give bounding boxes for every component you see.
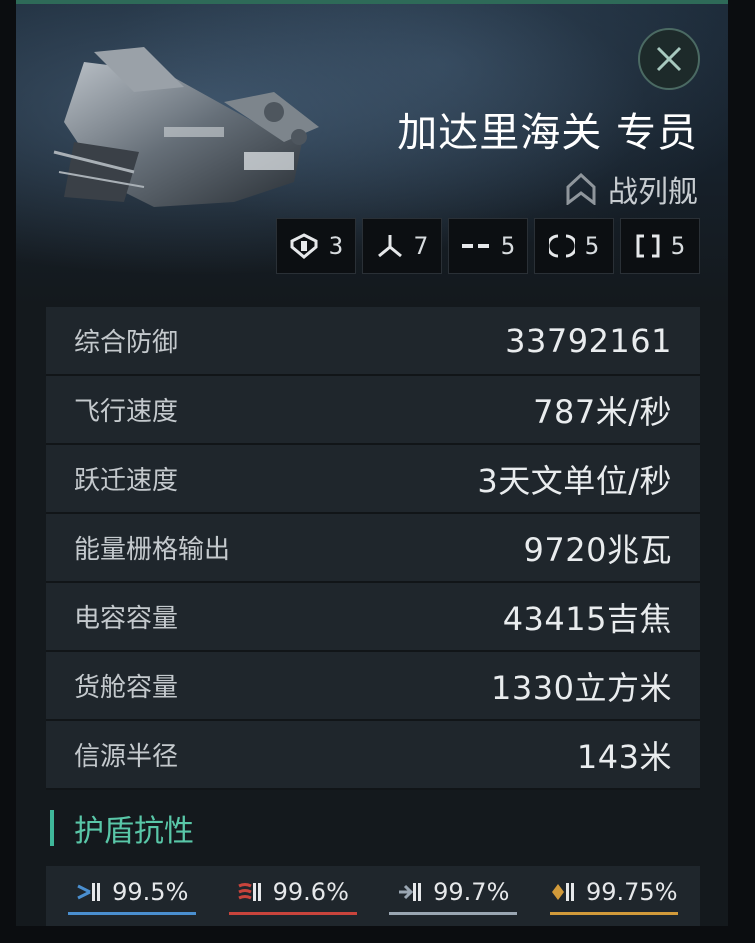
resist-em: 99.5%	[67, 878, 197, 915]
battleship-class-icon	[566, 173, 596, 205]
shield-resist-row: 99.5% 99.6% 99.7% 99.75%	[46, 866, 700, 926]
em-damage-icon	[77, 882, 101, 901]
stat-label: 电容容量	[74, 604, 179, 634]
stat-label: 综合防御	[74, 328, 179, 358]
rig-slot-icon	[636, 234, 660, 258]
stat-value: 3天文单位/秒	[477, 461, 672, 500]
resist-thermal: 99.6%	[228, 878, 358, 915]
stat-row-speed: 飞行速度 787米/秒	[46, 376, 700, 445]
drone-count: 7	[362, 218, 442, 274]
stat-value: 143米	[576, 737, 672, 776]
resist-explosive: 99.75%	[549, 878, 679, 915]
stat-value: 1330立方米	[491, 668, 672, 707]
ship-image	[53, 47, 319, 207]
low-slot-count: 5	[534, 218, 614, 274]
ship-class-label: 战列舰	[608, 175, 698, 210]
resist-value: 99.7%	[433, 877, 510, 906]
mid-slot-count: 5	[448, 218, 528, 274]
ship-class: 战列舰	[566, 167, 698, 211]
stat-row-cargo: 货舱容量 1330立方米	[46, 652, 700, 721]
explosive-damage-icon	[551, 882, 574, 901]
stat-label: 飞行速度	[74, 397, 179, 427]
stat-value: 33792161	[505, 321, 672, 360]
close-button[interactable]	[638, 28, 700, 90]
kinetic-damage-icon	[399, 882, 422, 901]
ship-info-panel: 加达里海关 专员 战列舰 3 7 5 5 5 综合防御 33792161 飞行速…	[16, 0, 728, 926]
resist-kinetic: 99.7%	[388, 878, 518, 915]
resist-bar	[228, 911, 357, 915]
stat-label: 跃迁速度	[74, 466, 179, 496]
stat-row-signature-radius: 信源半径 143米	[46, 721, 700, 790]
shield-resist-header: 护盾抗性	[50, 808, 194, 849]
resist-value: 99.6%	[272, 877, 349, 906]
rig-slot-count: 5	[620, 218, 700, 274]
resist-value: 99.75%	[585, 877, 678, 906]
stat-row-defense: 综合防御 33792161	[46, 307, 700, 376]
stat-row-warp-speed: 跃迁速度 3天文单位/秒	[46, 445, 700, 514]
ship-hero-banner: 加达里海关 专员 战列舰 3 7 5 5 5	[16, 4, 728, 304]
resist-bar	[549, 911, 678, 915]
resist-bar	[68, 911, 197, 915]
resist-bar	[389, 911, 518, 915]
section-accent-bar	[50, 810, 54, 846]
drone-icon	[377, 235, 402, 258]
mid-slot-icon	[461, 244, 489, 248]
low-slot-icon	[548, 234, 575, 258]
high-slot-icon	[290, 233, 318, 259]
ship-stats-table: 综合防御 33792161 飞行速度 787米/秒 跃迁速度 3天文单位/秒 能…	[46, 307, 700, 790]
slot-summary: 3 7 5 5 5	[276, 218, 700, 274]
stat-value: 43415吉焦	[502, 599, 672, 638]
stat-label: 能量栅格输出	[74, 535, 231, 565]
ship-name: 加达里海关 专员	[397, 110, 698, 156]
stat-row-powergrid: 能量栅格输出 9720兆瓦	[46, 514, 700, 583]
stat-row-capacitor: 电容容量 43415吉焦	[46, 583, 700, 652]
resist-value: 99.5%	[112, 877, 189, 906]
thermal-damage-icon	[237, 882, 261, 901]
close-icon	[656, 46, 682, 72]
high-slot-count: 3	[276, 218, 356, 274]
stat-value: 9720兆瓦	[523, 530, 672, 569]
stat-label: 货舱容量	[74, 673, 179, 703]
section-title: 护盾抗性	[74, 814, 194, 849]
stat-value: 787米/秒	[533, 392, 672, 431]
stat-label: 信源半径	[74, 742, 179, 772]
